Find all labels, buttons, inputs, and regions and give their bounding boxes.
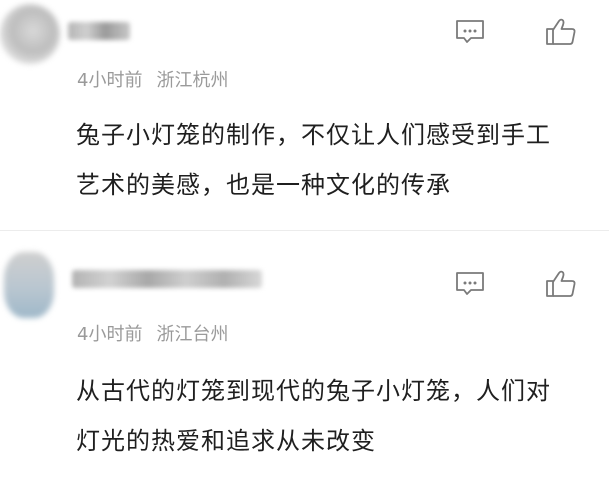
username-blurred[interactable] (68, 22, 130, 40)
comment-content-line: 兔子小灯笼的制作，不仅让人们感受到手工 (76, 121, 551, 149)
thumbs-up-icon (546, 270, 576, 297)
like-button[interactable] (541, 264, 581, 304)
avatar[interactable] (4, 252, 54, 318)
comment-meta: 4小时前 浙江杭州 (77, 66, 228, 92)
comment-time: 4小时前 (77, 70, 143, 91)
comment-bubble-icon (456, 272, 484, 295)
reply-button[interactable] (450, 12, 490, 52)
comment-content-line: 艺术的美感，也是一种文化的传承 (76, 171, 451, 199)
comment-content: 兔子小灯笼的制作，不仅让人们感受到手工 艺术的美感，也是一种文化的传承 (76, 110, 596, 210)
username-blurred[interactable] (72, 270, 262, 288)
reply-button[interactable] (450, 264, 490, 304)
like-button[interactable] (541, 12, 581, 52)
avatar[interactable] (0, 4, 60, 64)
comment-item: 4小时前 浙江杭州 兔子小灯笼的制作，不仅让人们感受到手工 艺术的美感，也是一种文… (0, 0, 609, 230)
thumbs-up-icon (546, 18, 576, 45)
divider (0, 230, 609, 231)
comment-bubble-icon (456, 20, 484, 43)
comment-location: 浙江杭州 (156, 70, 229, 91)
